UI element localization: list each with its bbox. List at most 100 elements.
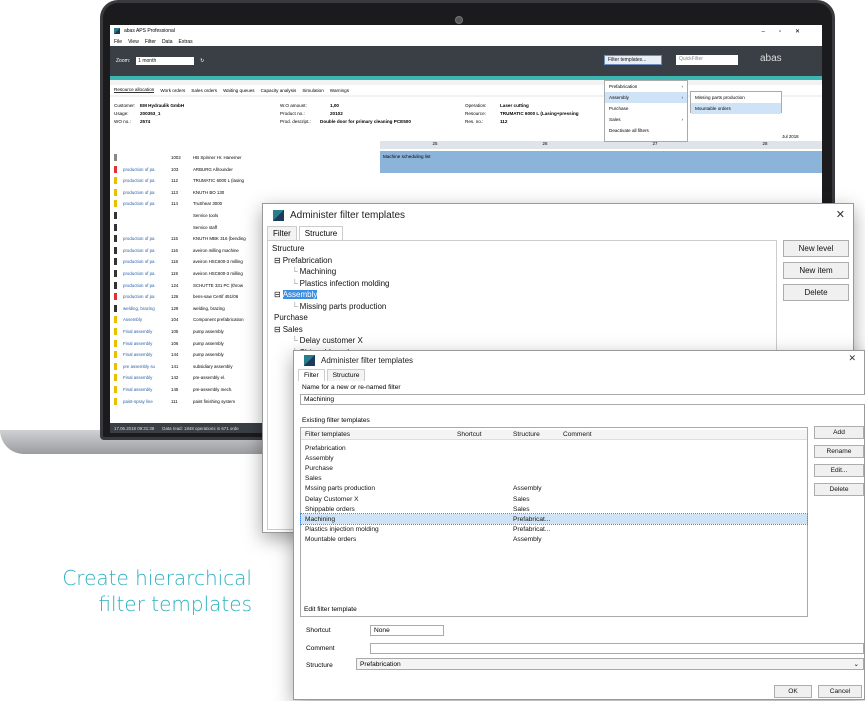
resource-row[interactable]: Final assembly 144 pump assembly [114, 350, 264, 359]
tab-work-orders[interactable]: Work orders [160, 88, 185, 93]
tab-waiting-queues[interactable]: Waiting queues [223, 88, 255, 93]
quickfilter-input[interactable]: QuickFilter [676, 55, 738, 65]
filter-row[interactable]: Mssing parts production Assembly [301, 484, 807, 494]
tree-node[interactable]: └ Missing parts production [272, 301, 772, 313]
structure-select[interactable]: Prefabrication ⌄ [356, 658, 864, 670]
zoom-select[interactable]: 1 month [136, 57, 195, 65]
row-no: 126 [171, 294, 179, 300]
tab-simulation[interactable]: Simulation [302, 88, 323, 93]
edit-button[interactable]: Edit... [814, 464, 864, 477]
dd-item-sales[interactable]: Sales › [605, 114, 687, 125]
tree-node[interactable]: ⊟ Assembly [272, 289, 772, 301]
tree-node[interactable]: └ Delay customer X [272, 335, 772, 347]
filter-row[interactable]: Shippable orders Sales [301, 504, 807, 514]
delete-button[interactable]: Delete [814, 483, 864, 496]
resource-row[interactable]: 1002 HB Spinner Hr. Hanemer [114, 153, 264, 162]
cancel-button[interactable]: Cancel [818, 685, 862, 698]
col-header[interactable]: Filter templates [305, 431, 350, 438]
status-marker [114, 328, 117, 335]
resource-row[interactable]: Final assembly 145 pre-assembly mech. [114, 385, 264, 394]
resource-row[interactable]: pre assembly su 141 subsidiary assembly [114, 362, 264, 371]
dd-item-purchase[interactable]: Purchase [605, 103, 687, 114]
resource-row[interactable]: Final assembly 106 pump assembly [114, 339, 264, 348]
resource-row[interactable]: production of pa 115 KNUTH MBK 316 (bend… [114, 234, 264, 243]
resource-row[interactable]: production of pa 113 KNUTH BO 130 [114, 188, 264, 197]
add-button[interactable]: Add [814, 426, 864, 439]
resource-row[interactable]: paint-spray line 111 paint finishing sys… [114, 397, 264, 406]
row-group: production of pa [123, 166, 155, 172]
filter-row[interactable]: Delay Customer X Sales [301, 494, 807, 504]
resource-row[interactable]: production of pa 112 TRUMATIC 6000 L (la… [114, 176, 264, 185]
resource-row[interactable]: production of pa 114 TruShear 3000 [114, 199, 264, 208]
tree-node[interactable]: ⊟ Sales [272, 324, 772, 336]
tree-node[interactable]: └ Machining [272, 266, 772, 278]
resource-row[interactable]: Final assembly 105 pump assembly [114, 327, 264, 336]
collapse-icon[interactable]: ⊟ [274, 256, 281, 265]
ok-button[interactable]: OK [774, 685, 812, 698]
resource-row[interactable]: production of pa 103 ARBURG Allrounder [114, 165, 264, 174]
filter-row[interactable]: Plastics injection molding Prefabricat..… [301, 525, 807, 535]
refresh-icon[interactable]: ↻ [200, 58, 204, 64]
tab-structure[interactable]: Structure [298, 226, 344, 240]
rename-button[interactable]: Rename [814, 445, 864, 458]
filter-templates-button[interactable]: Filter templates... [604, 55, 662, 65]
resource-row[interactable]: Service tools [114, 211, 264, 220]
close-icon[interactable]: ✕ [836, 208, 845, 221]
new-item-button[interactable]: New item [783, 262, 849, 279]
menu-data[interactable]: Data [162, 39, 173, 45]
row-resource: KNUTH MBK 316 (bending [193, 236, 246, 242]
col-header[interactable]: Structure [513, 431, 540, 438]
menu-view[interactable]: View [128, 39, 139, 45]
status-marker [114, 188, 117, 196]
col-header[interactable]: Comment [563, 431, 592, 438]
tab-structure[interactable]: Structure [326, 369, 366, 381]
tree-node[interactable]: Purchase [272, 312, 772, 324]
dd-item-prefabrication[interactable]: Prefabrication › [605, 81, 687, 92]
dd-item-deactivate[interactable]: Deactivate all filters [605, 125, 687, 136]
resource-row[interactable]: Service staff [114, 223, 264, 232]
resource-row[interactable]: production of pa 116 aveiron milling mac… [114, 246, 264, 255]
dd-item-assembly[interactable]: Assembly › [605, 92, 687, 103]
filter-row[interactable]: Purchase [301, 463, 807, 473]
tab-filter[interactable]: Filter [267, 226, 297, 240]
filter-row[interactable]: Sales [301, 474, 807, 484]
resource-label: Resource: [465, 111, 486, 116]
tab-warnings[interactable]: Warnings [330, 88, 349, 93]
resource-row[interactable]: production of pa 126 bens-saw Certif 451… [114, 292, 264, 301]
comment-field[interactable] [370, 643, 864, 654]
shortcut-field[interactable]: None [370, 625, 444, 636]
window-controls[interactable]: –▫✕ [762, 28, 815, 35]
menu-extras[interactable]: Extras [179, 39, 193, 45]
collapse-icon[interactable]: ⊟ [274, 325, 281, 334]
menubar: File View Filter Data Extras [110, 37, 822, 46]
menu-filter[interactable]: Filter [145, 39, 156, 45]
resource-row[interactable]: Final assembly 142 pre-assembly el. [114, 373, 264, 382]
tab-capacity-analysis[interactable]: Capacity analysis [261, 88, 297, 93]
collapse-icon[interactable]: ⊟ [274, 290, 281, 299]
filter-name-input[interactable]: Machining [300, 394, 865, 405]
filter-row[interactable]: Assembly [301, 453, 807, 463]
filter-row[interactable]: Mountable orders Assembly [301, 535, 807, 545]
col-header[interactable]: Shortcut [457, 431, 482, 438]
tree-node[interactable]: ⊟ Prefabrication [272, 255, 772, 267]
filter-row[interactable]: Machining Prefabricat... [300, 513, 808, 526]
tab-filter[interactable]: Filter [298, 369, 325, 381]
resource-row[interactable]: welding, brazing 129 welding, brazing [114, 304, 264, 313]
resource-row[interactable]: production of pa 118 aveiron HSC600-3 mi… [114, 257, 264, 266]
gantt-bar[interactable]: Machine scheduling list [380, 151, 822, 173]
resource-row[interactable]: Assembly 104 Component prefabrication [114, 315, 264, 324]
camera-icon [455, 16, 463, 24]
close-icon[interactable]: ✕ [848, 353, 856, 364]
dd-sub-mountable[interactable]: Mountable orders [691, 103, 781, 114]
tab-resource-allocation[interactable]: Resource allocation [114, 87, 155, 93]
resource-row[interactable]: production of pa 119 aveiron HSC600-3 mi… [114, 269, 264, 278]
menu-file[interactable]: File [114, 39, 122, 45]
filter-row[interactable]: Prefabrication [301, 443, 807, 453]
resource-row[interactable]: production of pa 124 SCHUTTE 331 PC (thr… [114, 281, 264, 290]
tab-sales-orders[interactable]: Sales orders [191, 88, 217, 93]
new-level-button[interactable]: New level [783, 240, 849, 257]
delete-button[interactable]: Delete [783, 284, 849, 301]
filter-name: Delay Customer X [305, 495, 359, 503]
tree-node[interactable]: └ Plastics infection molding [272, 278, 772, 290]
dd-sub-missing-parts[interactable]: Missing parts production [691, 92, 781, 103]
